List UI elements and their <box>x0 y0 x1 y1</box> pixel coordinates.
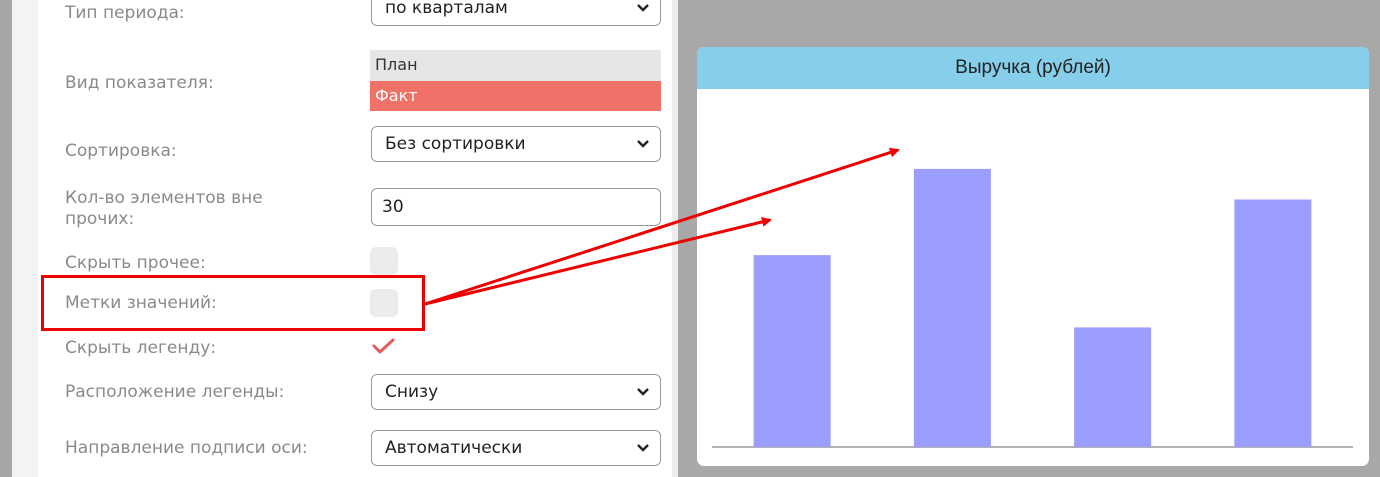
period-type-label: Тип периода: <box>65 3 185 23</box>
indicator-option-plan[interactable]: План <box>370 50 661 80</box>
axis-label-direction-select[interactable]: Автоматически <box>371 430 661 466</box>
indicator-option-fact[interactable]: Факт <box>370 81 661 111</box>
x-tick-label-3: 3 кв. 2021 <box>1078 463 1147 466</box>
chevron-down-icon <box>637 4 649 12</box>
checkmark-icon <box>372 338 395 354</box>
axis-label-direction-label: Направление подписи оси: <box>65 438 308 458</box>
x-tick-label-1: 1 кв. 2021 <box>758 463 827 466</box>
chart-title: Выручка (рублей) <box>697 47 1369 89</box>
bar-2 <box>913 168 991 447</box>
sorting-label: Сортировка: <box>65 141 177 161</box>
window-edge <box>0 0 12 477</box>
chart-card: Выручка (рублей) 1 кв. 2021 2 кв. 2021 3 к… <box>697 47 1369 466</box>
indicator-listbox[interactable]: План Факт <box>370 50 661 111</box>
x-tick-label-4: 4 кв. 2021 <box>1239 463 1308 466</box>
chevron-down-icon <box>637 388 649 396</box>
axis-label-direction-value: Автоматически <box>385 438 523 458</box>
hide-legend-label: Скрыть легенду: <box>65 338 217 358</box>
indicator-label: Вид показателя: <box>65 73 214 93</box>
legend-position-label: Расположение легенды: <box>65 382 285 402</box>
bar-3 <box>1074 327 1152 447</box>
hide-other-label: Скрыть прочее: <box>65 253 206 273</box>
sorting-value: Без сортировки <box>385 134 526 154</box>
chart-plot: 1 кв. 2021 2 кв. 2021 3 кв. 2021 4 кв. 2021 <box>712 168 1353 466</box>
period-type-value: по кварталам <box>385 0 508 18</box>
hide-other-checkbox[interactable] <box>370 247 398 275</box>
period-type-select[interactable]: по кварталам <box>371 0 661 26</box>
annotation-box <box>41 275 425 331</box>
bar-1 <box>753 255 831 447</box>
legend-position-select[interactable]: Снизу <box>371 374 661 410</box>
elements-count-label-line1: Кол-во элементов вне <box>65 188 263 208</box>
elements-count-input[interactable]: 30 <box>371 188 661 226</box>
chevron-down-icon <box>637 140 649 148</box>
bar-4 <box>1234 199 1312 447</box>
hide-legend-checkbox[interactable] <box>370 332 398 360</box>
elements-count-label-line2: прочих: <box>65 209 135 229</box>
panel-margin <box>12 0 38 477</box>
x-tick-label-2: 2 кв. 2021 <box>918 463 987 466</box>
chevron-down-icon <box>637 444 649 452</box>
sorting-select[interactable]: Без сортировки <box>371 126 661 162</box>
legend-position-value: Снизу <box>385 382 439 402</box>
